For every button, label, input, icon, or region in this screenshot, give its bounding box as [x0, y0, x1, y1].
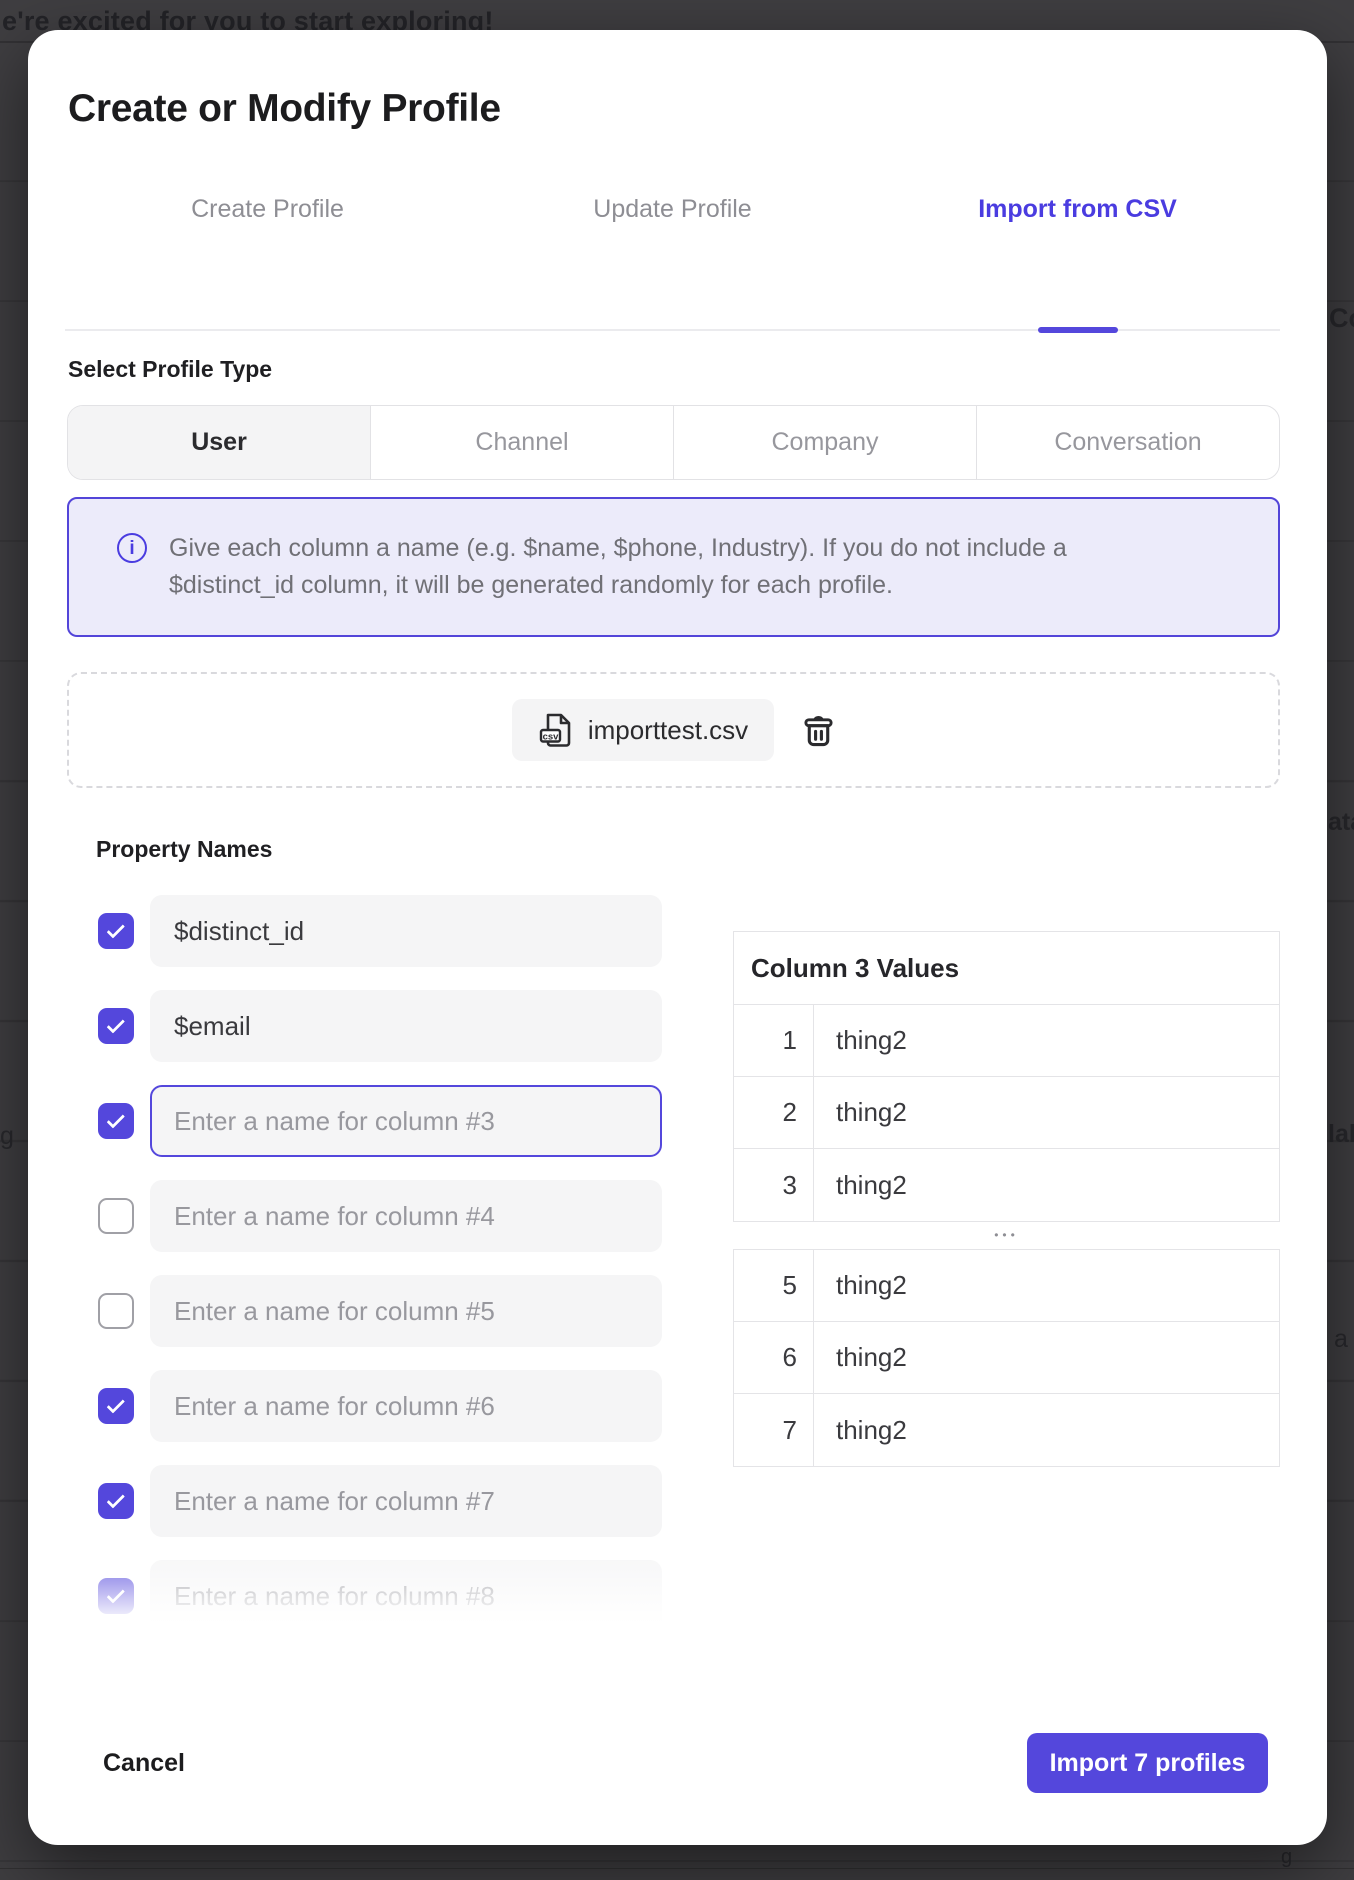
column-5-checkbox[interactable]	[98, 1293, 134, 1329]
column-7-name-input[interactable]	[150, 1465, 662, 1537]
table-row: 2 thing2	[734, 1077, 1279, 1149]
row-value: thing2	[814, 1005, 1279, 1076]
create-or-modify-profile-dialog: Create or Modify Profile Create Profile …	[28, 30, 1327, 1845]
svg-text:csv: csv	[542, 731, 559, 742]
backdrop-bottom-line	[0, 1868, 1354, 1869]
tab-create-profile[interactable]: Create Profile	[65, 185, 470, 329]
check-icon	[106, 1490, 124, 1508]
backdrop-text-fragment: g	[0, 1122, 14, 1151]
property-row-5	[98, 1275, 664, 1347]
column-2-name-input[interactable]	[150, 990, 662, 1062]
row-value: thing2	[814, 1394, 1279, 1466]
active-tab-indicator	[1038, 327, 1118, 333]
property-row-4	[98, 1180, 664, 1252]
property-row-7	[98, 1465, 664, 1537]
csv-dropzone[interactable]: csv importtest.csv	[67, 672, 1280, 788]
table-row: 3 thing2	[734, 1149, 1279, 1221]
dialog-title: Create or Modify Profile	[68, 87, 501, 131]
column-3-checkbox[interactable]	[98, 1103, 134, 1139]
trash-icon	[802, 712, 835, 749]
uploaded-file-chip: csv importtest.csv	[512, 699, 774, 761]
table-row: 7 thing2	[734, 1394, 1279, 1466]
property-row-6	[98, 1370, 664, 1442]
row-index: 1	[734, 1005, 814, 1076]
profile-type-conversation[interactable]: Conversation	[976, 406, 1279, 479]
column-6-name-input[interactable]	[150, 1370, 662, 1442]
property-row-1	[98, 895, 664, 967]
tab-import-from-csv[interactable]: Import from CSV	[875, 185, 1280, 329]
backdrop-text-fragment: a	[1334, 1325, 1348, 1354]
tab-import-from-csv-label: Import from CSV	[978, 195, 1177, 329]
backdrop-text-fragment: lab	[1328, 1120, 1354, 1149]
column-8-name-input[interactable]	[150, 1560, 662, 1632]
dialog-tabs: Create Profile Update Profile Import fro…	[65, 185, 1280, 331]
select-profile-type-label: Select Profile Type	[68, 356, 272, 383]
backdrop-text-fragment: Co	[1329, 303, 1354, 334]
table-row: 1 thing2	[734, 1005, 1279, 1077]
column-6-checkbox[interactable]	[98, 1388, 134, 1424]
table-row: 6 thing2	[734, 1322, 1279, 1394]
tab-update-profile[interactable]: Update Profile	[470, 185, 875, 329]
column-4-name-input[interactable]	[150, 1180, 662, 1252]
row-index: 3	[734, 1149, 814, 1221]
row-index: 5	[734, 1250, 814, 1321]
preview-table-header: Column 3 Values	[734, 932, 1279, 1005]
row-index: 6	[734, 1322, 814, 1393]
screen: e're excited for you to start exploring!…	[0, 0, 1354, 1880]
column-values-preview-table-top: Column 3 Values 1 thing2 2 thing2 3 thin…	[733, 931, 1280, 1222]
property-names-label: Property Names	[96, 836, 272, 863]
import-profiles-button[interactable]: Import 7 profiles	[1027, 1733, 1268, 1793]
cancel-button[interactable]: Cancel	[103, 1748, 185, 1778]
row-index: 2	[734, 1077, 814, 1148]
info-banner-line2: $distinct_id column, it will be generate…	[169, 567, 1067, 604]
info-icon	[117, 533, 147, 563]
check-icon	[106, 1585, 124, 1603]
row-value: thing2	[814, 1322, 1279, 1393]
profile-type-segmented-control: User Channel Company Conversation	[67, 405, 1280, 480]
column-3-name-input[interactable]	[150, 1085, 662, 1157]
column-4-checkbox[interactable]	[98, 1198, 134, 1234]
csv-file-icon: csv	[538, 712, 574, 748]
column-1-checkbox[interactable]	[98, 913, 134, 949]
rows-ellipsis: •••	[733, 1221, 1280, 1249]
check-icon	[106, 1015, 124, 1033]
uploaded-filename: importtest.csv	[588, 715, 748, 746]
row-value: thing2	[814, 1077, 1279, 1148]
row-value: thing2	[814, 1250, 1279, 1321]
column-values-preview-table-bottom: 5 thing2 6 thing2 7 thing2	[733, 1249, 1280, 1467]
property-row-3	[98, 1085, 664, 1157]
remove-file-button[interactable]	[802, 712, 835, 749]
column-8-checkbox[interactable]	[98, 1578, 134, 1614]
check-icon	[106, 1110, 124, 1128]
table-row: 5 thing2	[734, 1250, 1279, 1322]
check-icon	[106, 1395, 124, 1413]
info-banner-line1: Give each column a name (e.g. $name, $ph…	[169, 530, 1067, 567]
check-icon	[106, 920, 124, 938]
property-row-8	[98, 1560, 664, 1632]
row-index: 7	[734, 1394, 814, 1466]
column-1-name-input[interactable]	[150, 895, 662, 967]
backdrop-text-fragment: ata	[1328, 808, 1354, 837]
column-naming-info-banner: Give each column a name (e.g. $name, $ph…	[67, 497, 1280, 637]
column-7-checkbox[interactable]	[98, 1483, 134, 1519]
row-value: thing2	[814, 1149, 1279, 1221]
backdrop-text-fragment: g	[1281, 1846, 1292, 1869]
column-2-checkbox[interactable]	[98, 1008, 134, 1044]
profile-type-channel[interactable]: Channel	[370, 406, 673, 479]
info-banner-text: Give each column a name (e.g. $name, $ph…	[169, 530, 1067, 604]
property-names-list	[98, 895, 664, 1640]
property-row-2	[98, 990, 664, 1062]
profile-type-company[interactable]: Company	[673, 406, 976, 479]
column-5-name-input[interactable]	[150, 1275, 662, 1347]
profile-type-user[interactable]: User	[68, 406, 370, 479]
